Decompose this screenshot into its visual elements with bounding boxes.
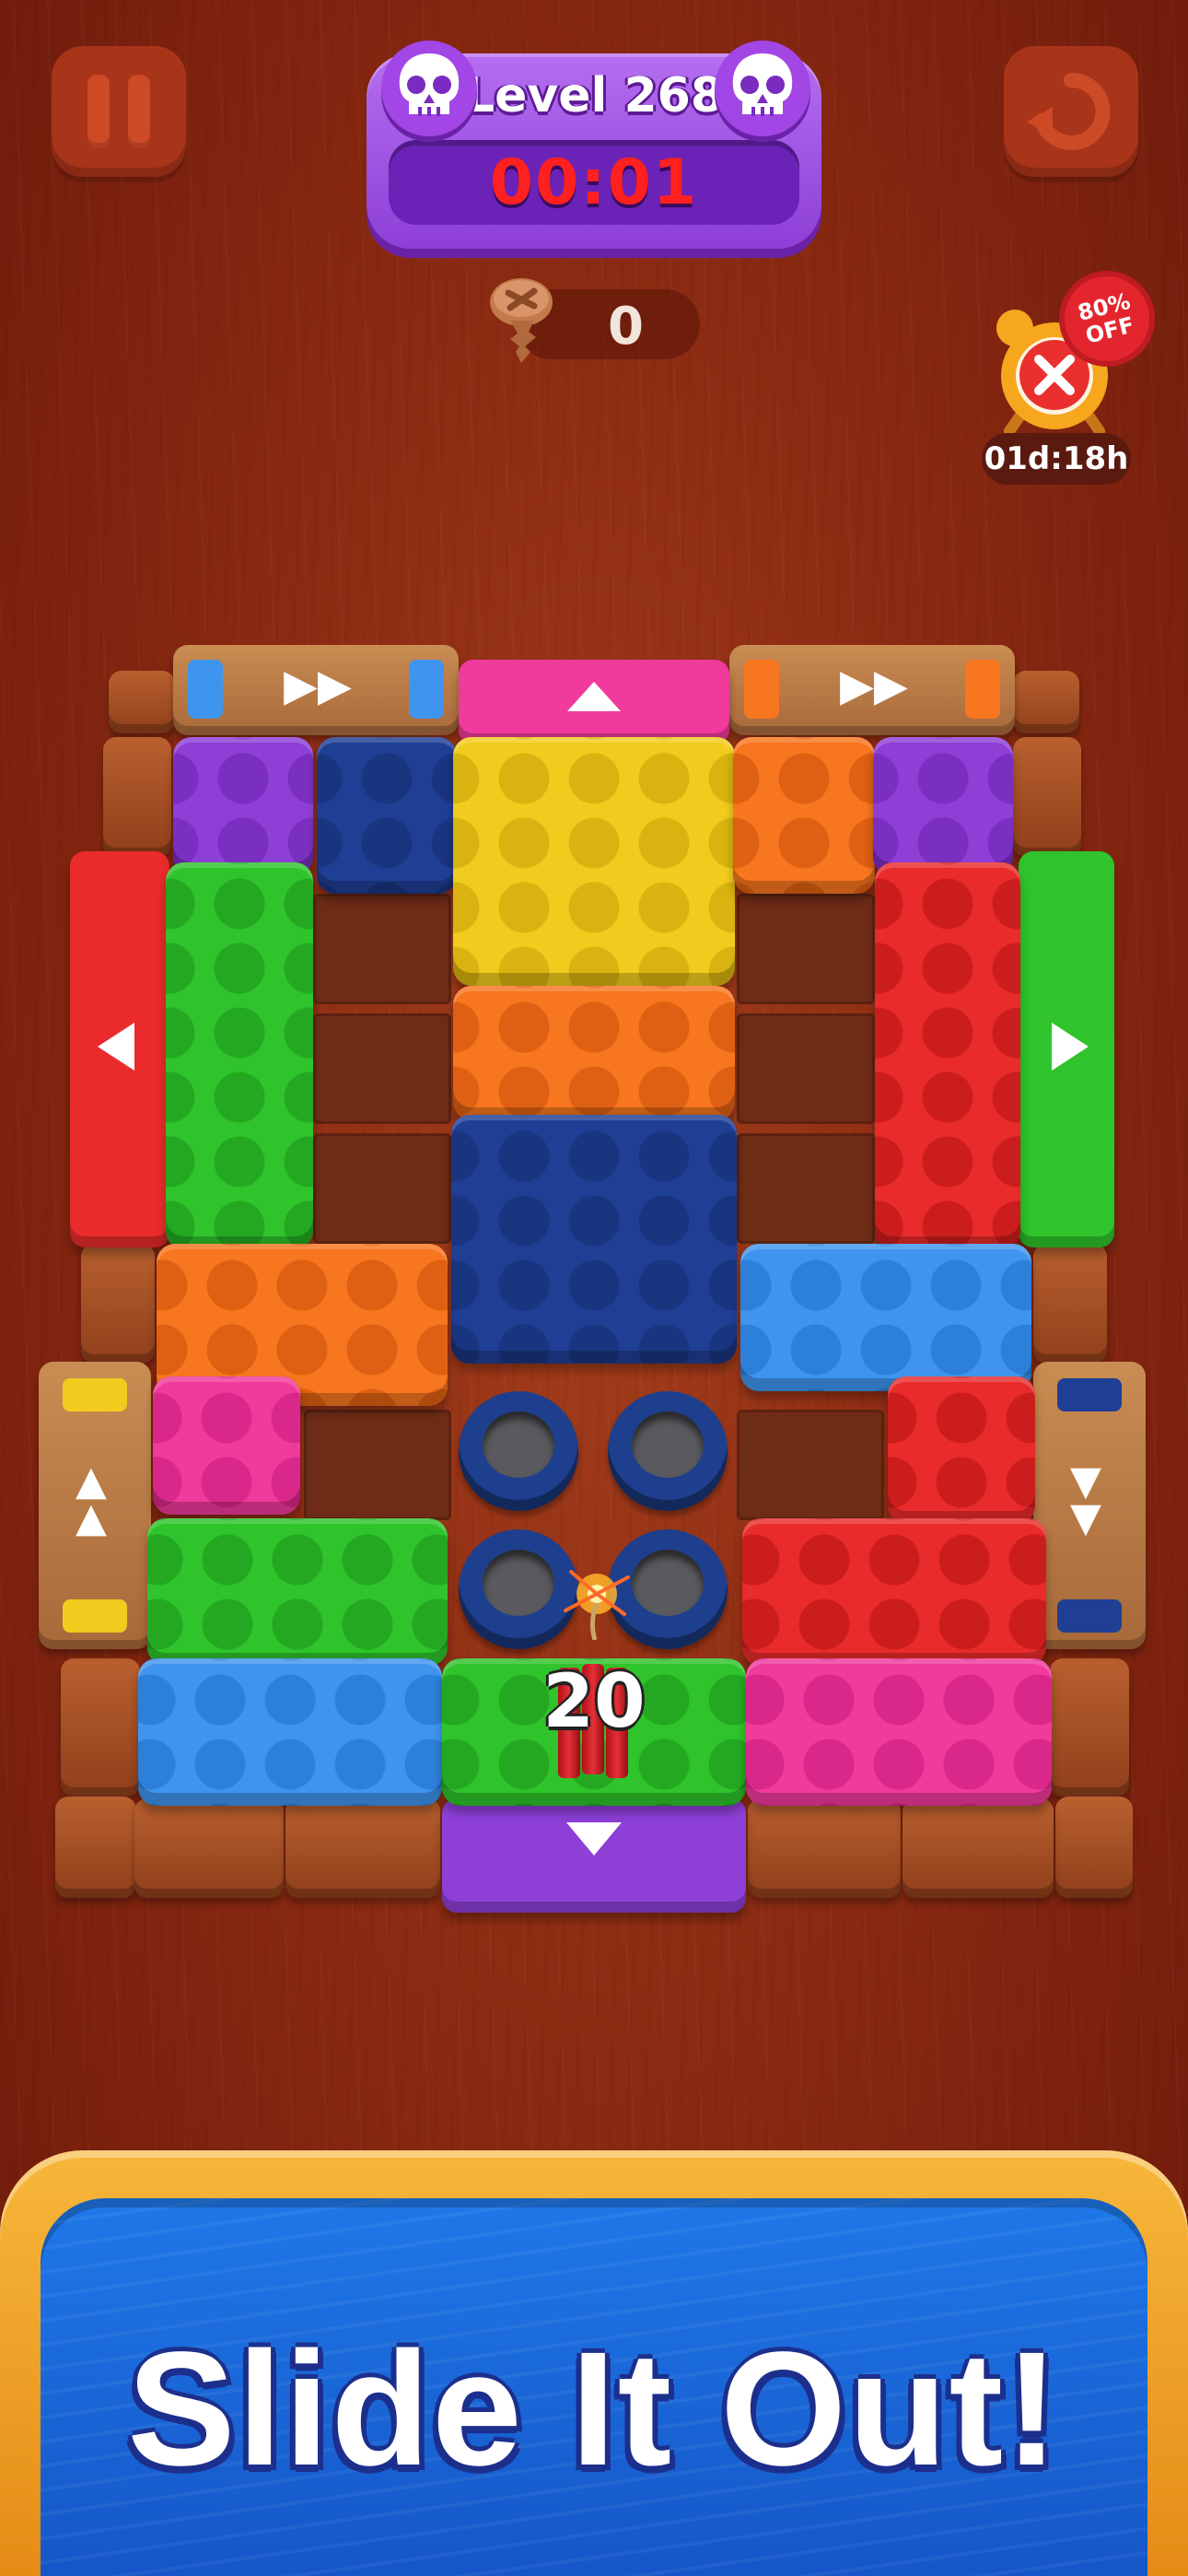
block-purple[interactable] xyxy=(873,737,1013,875)
down-arrow-icon xyxy=(566,1822,622,1856)
block-green[interactable] xyxy=(166,862,313,1249)
block-red[interactable] xyxy=(888,1376,1035,1524)
block-red[interactable] xyxy=(742,1518,1046,1666)
block-light-blue[interactable] xyxy=(138,1658,442,1806)
wood-frame-side xyxy=(61,1658,140,1797)
wood-frame-corner xyxy=(1013,671,1079,733)
block-pink[interactable] xyxy=(153,1376,300,1515)
wood-frame-side xyxy=(1013,737,1081,857)
floor-cell xyxy=(737,1013,875,1124)
block-orange[interactable] xyxy=(453,986,735,1120)
screw-hole xyxy=(608,1391,728,1511)
right-arrow-icon xyxy=(1052,1023,1089,1071)
exit-purple-bottom xyxy=(442,1798,746,1913)
wood-frame-side xyxy=(1033,1244,1107,1364)
floor-cell xyxy=(737,1133,875,1244)
block-light-blue[interactable] xyxy=(740,1244,1031,1391)
wood-frame-corner xyxy=(109,671,175,733)
wood-frame-side xyxy=(81,1244,155,1364)
gate-right-blue-top-left: ▶▶ xyxy=(173,645,459,735)
floor-cell xyxy=(313,1013,451,1124)
wood-frame-bottom xyxy=(748,1798,901,1898)
gate-right-orange-top-right: ▶▶ xyxy=(729,645,1015,735)
exit-green-right xyxy=(1019,851,1114,1247)
promo-banner: Slide It Out! xyxy=(0,2150,1188,2576)
block-pink[interactable] xyxy=(746,1658,1052,1806)
bomb-counter: 20 xyxy=(542,1658,646,1744)
floor-cell xyxy=(737,1410,884,1520)
block-purple[interactable] xyxy=(173,737,313,875)
floor-cell xyxy=(737,894,875,1004)
floor-cell xyxy=(304,1410,451,1520)
exit-red-left xyxy=(70,851,169,1247)
fast-forward-icon: ▶▶ xyxy=(284,660,352,711)
wood-frame-corner xyxy=(1055,1797,1133,1898)
wood-frame-bottom xyxy=(285,1798,440,1898)
wood-frame-side xyxy=(103,737,171,857)
fast-forward-icon: ▶▶ xyxy=(840,660,908,711)
wood-frame-corner xyxy=(55,1797,136,1898)
wood-frame-bottom xyxy=(134,1798,284,1898)
exit-pink-top xyxy=(459,660,729,744)
wood-frame-bottom xyxy=(903,1798,1054,1898)
wood-frame-side xyxy=(1050,1658,1129,1797)
gate-up-yellow-left: ▲ ▲ xyxy=(39,1362,151,1649)
double-up-arrow-icon: ▲ ▲ xyxy=(76,1458,107,1541)
block-navy[interactable] xyxy=(451,1115,737,1364)
double-down-arrow-icon: ▼ ▼ xyxy=(1070,1458,1101,1541)
floor-cell xyxy=(313,1133,451,1244)
block-orange[interactable] xyxy=(733,737,875,894)
up-arrow-icon xyxy=(567,682,621,711)
block-yellow[interactable] xyxy=(453,737,735,986)
banner-headline: Slide It Out! xyxy=(127,2319,1061,2500)
screw-hole xyxy=(459,1391,578,1511)
block-red[interactable] xyxy=(875,862,1020,1249)
block-green[interactable] xyxy=(147,1518,448,1666)
left-arrow-icon xyxy=(98,1023,134,1071)
floor-cell xyxy=(313,894,451,1004)
gate-down-navy-right: ▼ ▼ xyxy=(1033,1362,1146,1649)
block-navy[interactable] xyxy=(317,737,457,894)
